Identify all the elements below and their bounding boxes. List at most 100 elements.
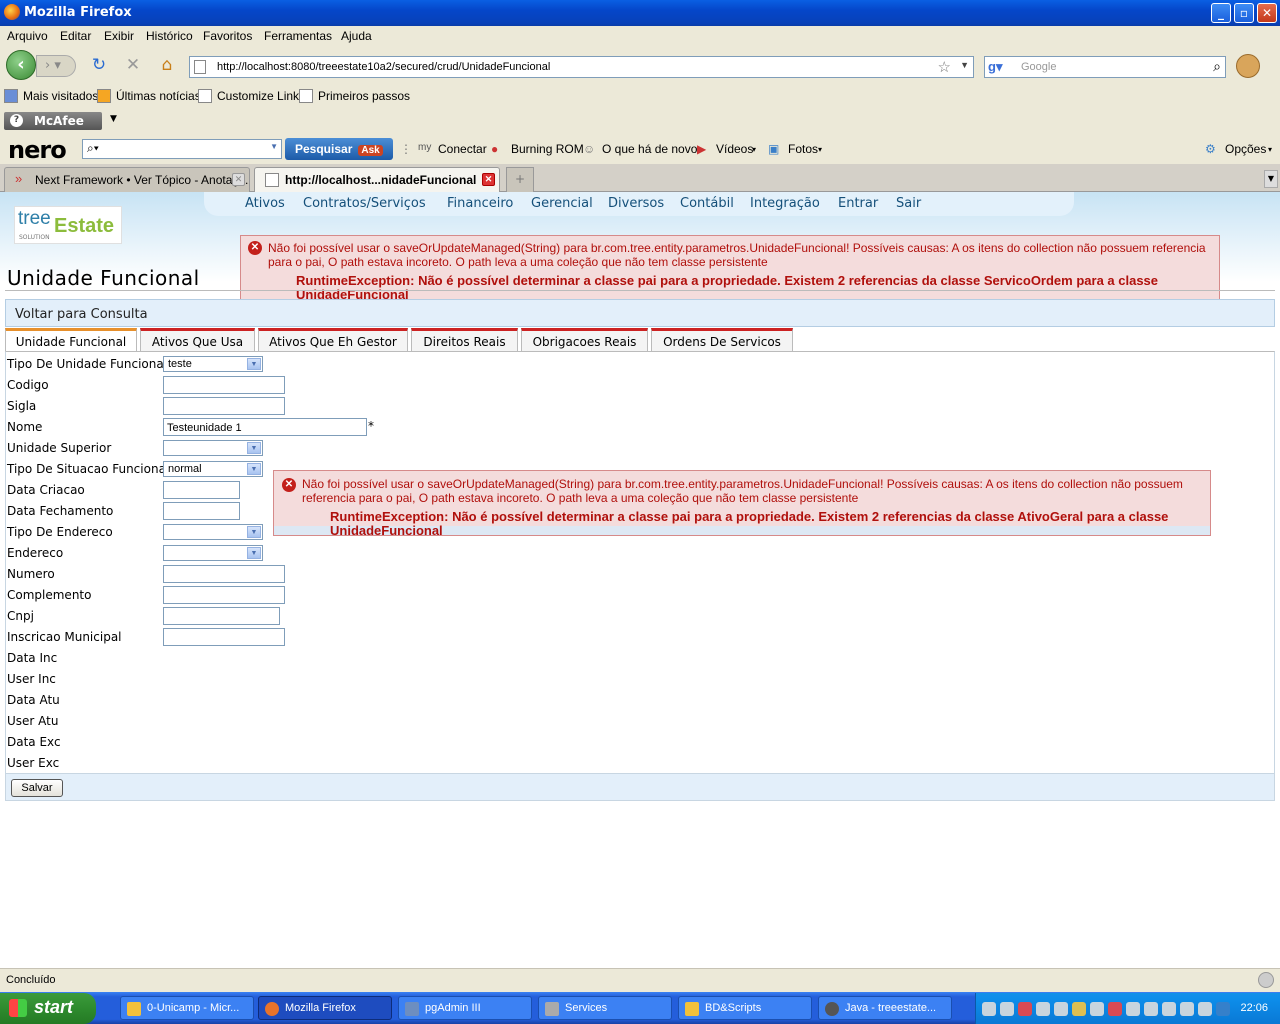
greasemonkey-icon[interactable]: [1236, 54, 1260, 78]
mcafee-dropdown-icon[interactable]: ▼: [110, 114, 117, 124]
bookmark-ultimas-noticias[interactable]: Últimas notícias: [116, 89, 201, 103]
nav-contabil[interactable]: Contábil: [680, 196, 734, 211]
search-box[interactable]: g▾ Google ⌕: [984, 56, 1226, 78]
input-nome[interactable]: [163, 418, 367, 436]
minimize-button[interactable]: _: [1211, 3, 1231, 23]
nav-entrar[interactable]: Entrar: [838, 196, 878, 211]
input-cnpj[interactable]: [163, 607, 280, 625]
maximize-button[interactable]: ▫: [1234, 3, 1254, 23]
tray-icon[interactable]: [1216, 1002, 1230, 1016]
nero-item-o-que-ha-de-novo[interactable]: O que há de novo: [602, 142, 697, 156]
mcafee-button[interactable]: ? McAfee: [4, 112, 102, 130]
taskbar-item-firefox[interactable]: Mozilla Firefox: [258, 996, 392, 1020]
chevron-down-icon[interactable]: ▾: [1268, 145, 1272, 154]
select-tipo-situacao[interactable]: normal ▼: [163, 461, 263, 477]
stop-icon[interactable]: ✕: [122, 55, 144, 75]
google-icon[interactable]: g▾: [988, 59, 1002, 75]
close-tab-icon[interactable]: ✕: [482, 173, 495, 186]
tab-ativos-que-usa[interactable]: Ativos Que Usa: [140, 328, 255, 351]
nav-gerencial[interactable]: Gerencial: [531, 196, 593, 211]
select-tipo-unidade[interactable]: teste ▼: [163, 356, 263, 372]
tray-icon[interactable]: [1180, 1002, 1194, 1016]
tray-icon[interactable]: [1090, 1002, 1104, 1016]
nav-diversos[interactable]: Diversos: [608, 196, 664, 211]
select-unidade-superior[interactable]: ▼: [163, 440, 263, 456]
taskbar-item-java[interactable]: Java - treeestate...: [818, 996, 952, 1020]
home-icon[interactable]: ⌂: [156, 55, 178, 75]
nero-item-fotos[interactable]: Fotos: [788, 142, 818, 156]
input-inscricao-municipal[interactable]: [163, 628, 285, 646]
address-bar[interactable]: http://localhost:8080/treeestate10a2/sec…: [189, 56, 974, 78]
input-data-fechamento[interactable]: [163, 502, 240, 520]
back-button[interactable]: ‹: [6, 50, 36, 80]
pesquisar-button[interactable]: Pesquisar Ask: [285, 138, 393, 160]
nav-integracao[interactable]: Integração: [750, 196, 820, 211]
tab-direitos-reais[interactable]: Direitos Reais: [411, 328, 518, 351]
nav-sair[interactable]: Sair: [896, 196, 921, 211]
tray-icon[interactable]: [1144, 1002, 1158, 1016]
tray-icon[interactable]: [1198, 1002, 1212, 1016]
input-sigla[interactable]: [163, 397, 285, 415]
url-dropdown-icon[interactable]: ▼: [960, 60, 969, 70]
tray-icon[interactable]: [1108, 1002, 1122, 1016]
nav-contratos-servicos[interactable]: Contratos/Serviços: [303, 196, 426, 211]
tray-icon[interactable]: [1000, 1002, 1014, 1016]
nero-item-burning-rom[interactable]: Burning ROM: [511, 142, 584, 156]
input-data-criacao[interactable]: [163, 481, 240, 499]
save-button[interactable]: Salvar: [11, 779, 63, 797]
input-numero[interactable]: [163, 565, 285, 583]
reload-icon[interactable]: ↻: [88, 55, 110, 75]
menu-editar[interactable]: Editar: [60, 29, 91, 43]
taskbar-item-services[interactable]: Services: [538, 996, 672, 1020]
chevron-down-icon[interactable]: ▾: [752, 145, 756, 154]
tray-icon[interactable]: [982, 1002, 996, 1016]
tab-obrigacoes-reais[interactable]: Obrigacoes Reais: [521, 328, 648, 351]
window-title-bar[interactable]: Mozilla Firefox _ ▫ ✕: [0, 0, 1280, 26]
taskbar-item-bdscripts[interactable]: BD&Scripts: [678, 996, 812, 1020]
tab-next-framework[interactable]: » Next Framework • Ver Tópico - Anotaç..…: [4, 167, 250, 192]
select-tipo-endereco[interactable]: ▼: [163, 524, 263, 540]
tab-unidade-funcional-form[interactable]: Unidade Funcional: [5, 328, 137, 352]
treeestate-logo[interactable]: tree Estate SOLUTION: [14, 206, 122, 244]
taskbar-item-pgadmin[interactable]: pgAdmin III: [398, 996, 532, 1020]
tray-icon[interactable]: [1036, 1002, 1050, 1016]
search-icon[interactable]: ⌕: [1213, 58, 1221, 75]
bookmark-star-icon[interactable]: ☆: [938, 58, 951, 76]
input-complemento[interactable]: [163, 586, 285, 604]
bookmark-customize-links[interactable]: Customize Links: [217, 89, 305, 103]
new-tab-button[interactable]: +: [506, 167, 534, 192]
input-codigo[interactable]: [163, 376, 285, 394]
nav-financeiro[interactable]: Financeiro: [447, 196, 513, 211]
nav-ativos[interactable]: Ativos: [245, 196, 285, 211]
chevron-down-icon[interactable]: ▼: [270, 142, 278, 151]
menu-arquivo[interactable]: Arquivo: [7, 29, 48, 43]
tab-list-icon[interactable]: ▼: [1264, 170, 1278, 188]
voltar-para-consulta-link[interactable]: Voltar para Consulta: [5, 299, 1275, 327]
volume-icon[interactable]: [1162, 1002, 1176, 1016]
tab-unidade-funcional[interactable]: http://localhost...nidadeFuncional ✕: [254, 167, 500, 192]
tab-ordens-de-servicos[interactable]: Ordens De Servicos: [651, 328, 793, 351]
tray-icon[interactable]: [1054, 1002, 1068, 1016]
menu-historico[interactable]: Histórico: [146, 29, 193, 43]
forward-button[interactable]: › ▾: [36, 55, 76, 77]
nero-item-videos[interactable]: Vídeos: [716, 142, 753, 156]
menu-ferramentas[interactable]: Ferramentas: [264, 29, 332, 43]
menu-favoritos[interactable]: Favoritos: [203, 29, 252, 43]
tray-icon[interactable]: [1126, 1002, 1140, 1016]
bookmark-primeiros-passos[interactable]: Primeiros passos: [318, 89, 410, 103]
menu-exibir[interactable]: Exibir: [104, 29, 134, 43]
menu-ajuda[interactable]: Ajuda: [341, 29, 372, 43]
select-endereco[interactable]: ▼: [163, 545, 263, 561]
close-tab-icon[interactable]: ✕: [232, 173, 245, 186]
chevron-down-icon[interactable]: ▾: [818, 145, 822, 154]
nero-search-input[interactable]: ⌕▾ ▼: [82, 139, 282, 159]
tray-icon[interactable]: [1018, 1002, 1032, 1016]
tray-icon[interactable]: [1072, 1002, 1086, 1016]
start-button[interactable]: start: [0, 993, 96, 1024]
nero-item-opcoes[interactable]: Opções: [1225, 142, 1266, 156]
taskbar-item-unicamp[interactable]: 0-Unicamp - Micr...: [120, 996, 254, 1020]
nero-item-conectar[interactable]: Conectar: [438, 142, 487, 156]
tab-ativos-que-eh-gestor[interactable]: Ativos Que Eh Gestor: [258, 328, 408, 351]
close-button[interactable]: ✕: [1257, 3, 1277, 23]
bookmark-mais-visitados[interactable]: Mais visitados: [23, 89, 98, 103]
